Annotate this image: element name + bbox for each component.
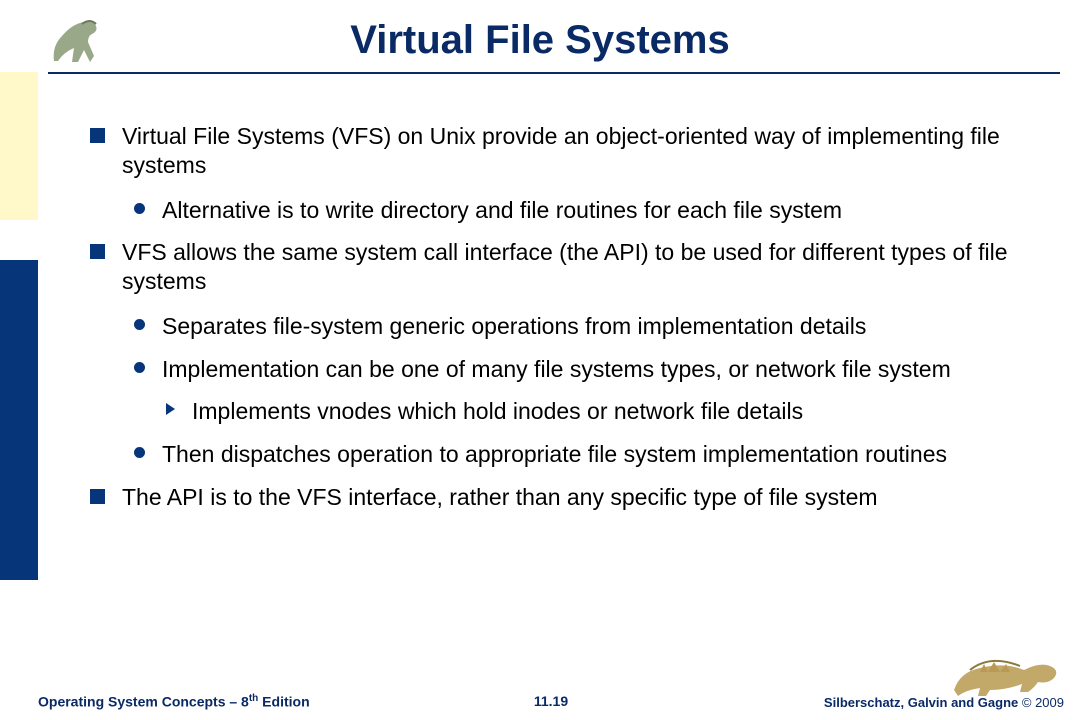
slide-body: Virtual File Systems (VFS) on Unix provi… xyxy=(90,122,1052,528)
bullet-level1: VFS allows the same system call interfac… xyxy=(90,238,1052,296)
slide-footer: Operating System Concepts – 8th Edition … xyxy=(38,693,1064,710)
slide: Virtual File Systems Virtual File System… xyxy=(0,0,1080,720)
bullet-level3: Implements vnodes which hold inodes or n… xyxy=(100,397,1052,426)
bullet-level2: Separates file-system generic operations… xyxy=(100,312,1052,341)
title-underline xyxy=(48,72,1060,74)
bullet-level2: Implementation can be one of many file s… xyxy=(100,355,1052,384)
left-color-stripe xyxy=(0,0,38,720)
footer-page-number: 11.19 xyxy=(38,693,1064,709)
bullet-level1: Virtual File Systems (VFS) on Unix provi… xyxy=(90,122,1052,180)
bullet-level2: Then dispatches operation to appropriate… xyxy=(100,440,1052,469)
bullet-level1: The API is to the VFS interface, rather … xyxy=(90,483,1052,512)
bullet-level2: Alternative is to write directory and fi… xyxy=(100,196,1052,225)
slide-title: Virtual File Systems xyxy=(0,18,1080,63)
